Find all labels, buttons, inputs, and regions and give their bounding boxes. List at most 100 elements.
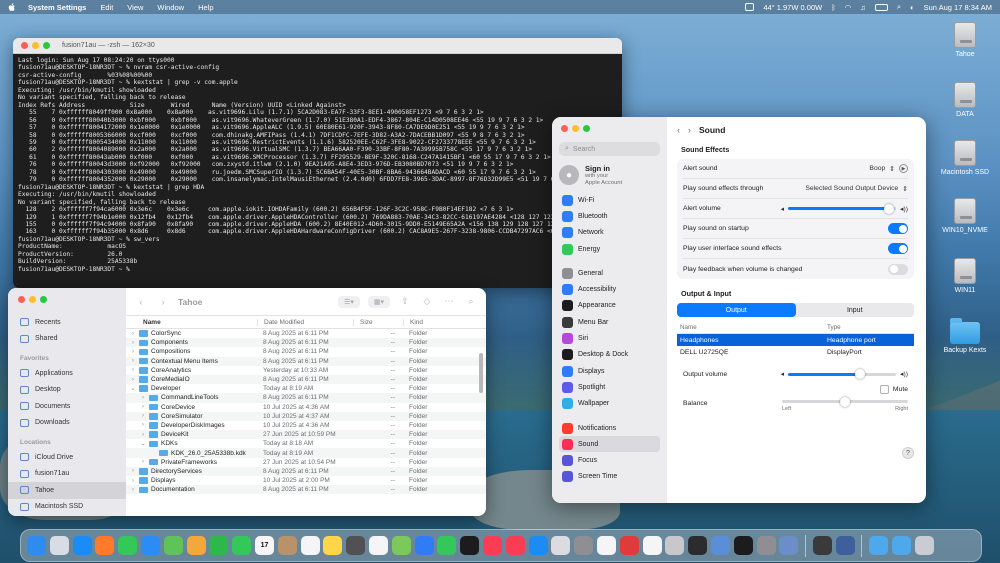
sidebar-item-screen-time[interactable]: Screen Time [559, 469, 660, 485]
apple-account-signin[interactable]: ● Sign in with your Apple Account [559, 164, 660, 186]
sidebar-item-macintosh-ssd[interactable]: Macintosh SSD [8, 499, 126, 516]
reminders-icon[interactable] [300, 536, 320, 555]
table-row[interactable]: › Components 8 Aug 2025 at 6:11 PM -- Folder [126, 338, 486, 348]
disclosure-closed-icon[interactable]: › [140, 432, 146, 438]
column-name[interactable]: Name [126, 319, 257, 326]
disclosure-closed-icon[interactable]: › [140, 404, 146, 410]
disclosure-closed-icon[interactable]: › [130, 331, 136, 337]
device-row[interactable]: DELL U2725QE DisplayPort [677, 346, 914, 358]
tv-icon[interactable] [460, 536, 480, 555]
slider-knob[interactable] [884, 203, 895, 214]
sidebar-item-recents[interactable]: Recents [8, 314, 126, 331]
sidebar-item-bluetooth[interactable]: Bluetooth [559, 208, 660, 224]
phone-icon[interactable] [232, 536, 252, 555]
news-icon[interactable] [505, 536, 525, 555]
ui-sounds-toggle[interactable] [888, 243, 908, 254]
sidebar-item-applications[interactable]: Applications [8, 365, 126, 382]
alert-sound-select[interactable]: Boop ⇕ ▶ [869, 164, 908, 173]
column-size[interactable]: Size [353, 318, 403, 326]
simulator-icon[interactable] [551, 536, 571, 555]
play-through-select[interactable]: Selected Sound Output Device ⇕ [805, 185, 908, 193]
sidebar-item-icloud[interactable]: iCloud Drive [8, 449, 126, 466]
table-row[interactable]: › CoreAnalytics Yesterday at 10:33 AM -- Fol… [126, 366, 486, 375]
disclosure-closed-icon[interactable]: › [130, 358, 136, 364]
launchpad-icon[interactable] [49, 536, 69, 555]
table-row[interactable]: › CoreDevice 10 Jul 2025 at 4:36 AM -- Folde… [126, 403, 486, 412]
sidebar-item-notifications[interactable]: Notifications [559, 420, 660, 436]
group-button[interactable]: ▦▾ [368, 295, 390, 308]
sidebar-item-downloads[interactable]: Downloads [8, 415, 126, 432]
sidebar-item-spotlight[interactable]: Spotlight [559, 379, 660, 395]
zoom-button[interactable] [40, 296, 47, 303]
table-row[interactable]: ⌄ KDKs Today at 8:18 AM -- Folder [126, 439, 486, 448]
balance-slider[interactable] [782, 396, 908, 407]
forward-button[interactable]: › [688, 125, 691, 135]
sidebar-item-appearance[interactable]: Appearance [559, 298, 660, 314]
desktop-disk-data[interactable]: DATA [935, 82, 995, 118]
notes-icon[interactable] [323, 536, 343, 555]
disclosure-closed-icon[interactable]: › [130, 487, 136, 493]
desktop-disk-macintosh-ssd[interactable]: Macintosh SSD [935, 140, 995, 176]
activity-monitor-icon[interactable] [688, 536, 708, 555]
settings-icon[interactable] [574, 536, 594, 555]
disclosure-closed-icon[interactable]: › [130, 349, 136, 355]
headphones-icon[interactable]: ♫ [860, 3, 866, 12]
table-row[interactable]: › DirectoryServices 8 Aug 2025 at 6:11 PM -… [126, 466, 486, 476]
calendar-icon[interactable]: 17 [254, 536, 274, 555]
control-center-icon[interactable]: ◐ [910, 3, 915, 12]
share-icon[interactable]: ⇪ [398, 296, 412, 308]
menu-help[interactable]: Help [198, 3, 213, 12]
close-button[interactable] [21, 42, 28, 49]
settings-search-input[interactable]: ⌕ Search [559, 142, 660, 156]
sidebar-item-general[interactable]: General [559, 265, 660, 281]
zoom-button[interactable] [43, 42, 50, 49]
sidebar-item-tahoe[interactable]: Tahoe [8, 482, 126, 499]
stats-readout[interactable]: 44° 1.97W 0.00W [763, 3, 822, 12]
tag-icon[interactable]: ◇ [420, 296, 434, 308]
table-row[interactable]: › CommandLineTools 8 Aug 2025 at 6:11 PM --… [126, 393, 486, 403]
disclosure-closed-icon[interactable]: › [130, 367, 136, 373]
system-settings-window[interactable]: ⌕ Search ● Sign in with your Apple Accou… [552, 117, 926, 503]
disclosure-open-icon[interactable]: ⌄ [140, 440, 146, 447]
desktop-disk-win11[interactable]: WIN11 [935, 258, 995, 294]
disclosure-closed-icon[interactable]: › [140, 422, 146, 428]
alert-volume-slider[interactable] [788, 203, 897, 214]
disclosure-closed-icon[interactable]: › [130, 468, 136, 474]
trash-icon[interactable] [914, 536, 934, 555]
sidebar-item-siri[interactable]: Siri [559, 330, 660, 346]
console-icon[interactable] [710, 536, 730, 555]
numbers-icon[interactable] [437, 536, 457, 555]
sidebar-item-network[interactable]: Network [559, 225, 660, 241]
sidebar-item-focus[interactable]: Focus [559, 452, 660, 468]
more-icon[interactable]: ⋯ [442, 296, 456, 308]
device-row[interactable]: Headphones Headphone port [677, 334, 914, 346]
tab-output[interactable]: Output [677, 303, 796, 317]
minimize-button[interactable] [29, 296, 36, 303]
desktop-disk-tahoe[interactable]: Tahoe [935, 22, 995, 58]
table-row[interactable]: › CoreSimulator 10 Jul 2025 at 4:37 AM -- Fo… [126, 411, 486, 421]
menu-app-name[interactable]: System Settings [28, 3, 86, 12]
disclosure-open-icon[interactable]: ⌄ [130, 385, 136, 392]
search-icon[interactable]: ⌕ [464, 296, 478, 308]
table-row[interactable]: ⌄ Developer Today at 8:19 AM -- Folder [126, 384, 486, 393]
slider-knob[interactable] [854, 369, 865, 379]
opencore-icon[interactable] [812, 536, 832, 555]
finder-icon[interactable] [27, 536, 46, 555]
sidebar-item-wi-fi[interactable]: Wi-Fi [559, 192, 660, 208]
hackintool-icon[interactable] [756, 536, 776, 555]
freeform-icon[interactable] [368, 536, 388, 555]
disclosure-closed-icon[interactable]: › [130, 478, 136, 484]
disclosure-closed-icon[interactable]: › [140, 395, 146, 401]
slider-knob[interactable] [840, 396, 850, 407]
disclosure-closed-icon[interactable]: › [130, 340, 136, 346]
forward-button[interactable]: › [156, 296, 170, 308]
terminal-window[interactable]: fusion71au — -zsh — 162×30 Last login: S… [13, 38, 622, 288]
clock[interactable]: Sun Aug 17 8:34 AM [924, 3, 992, 12]
output-volume-slider[interactable] [788, 369, 897, 379]
folder-icon[interactable] [869, 536, 889, 555]
view-options-button[interactable]: ☰▾ [338, 295, 360, 308]
appstore-icon[interactable] [528, 536, 548, 555]
chrome-icon[interactable] [596, 536, 616, 555]
sidebar-item-menu-bar[interactable]: Menu Bar [559, 314, 660, 330]
sidebar-item-sound[interactable]: Sound [559, 436, 660, 453]
